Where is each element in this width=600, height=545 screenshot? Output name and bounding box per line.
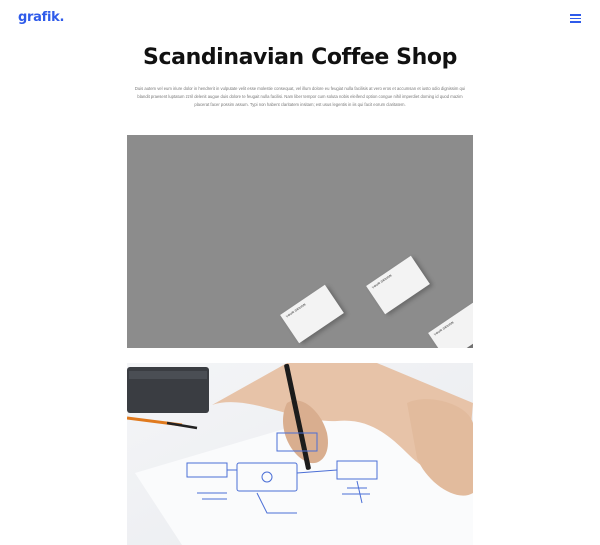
card-label: YOUR DESIGN (433, 320, 455, 337)
hamburger-menu-icon[interactable] (570, 14, 581, 23)
business-card: YOUR DESIGN (428, 302, 473, 348)
logo[interactable]: grafik. (18, 10, 64, 25)
page-title: Scandinavian Coffee Shop (143, 45, 457, 70)
menu-line (570, 14, 581, 16)
wireframe-sketch-photo (127, 363, 473, 545)
menu-line (570, 17, 581, 19)
card-label: YOUR DESIGN (285, 302, 307, 319)
menu-line (570, 21, 581, 23)
card-label: YOUR DESIGN (371, 273, 393, 290)
business-card: YOUR DESIGN (366, 255, 430, 315)
project-description: Duis autem vel eum iriure dolor in hendr… (134, 86, 466, 107)
business-card: YOUR DESIGN (280, 284, 344, 344)
business-cards-mockup-image: YOUR DESIGN YOUR DESIGN YOUR DESIGN YOUR… (127, 135, 473, 348)
